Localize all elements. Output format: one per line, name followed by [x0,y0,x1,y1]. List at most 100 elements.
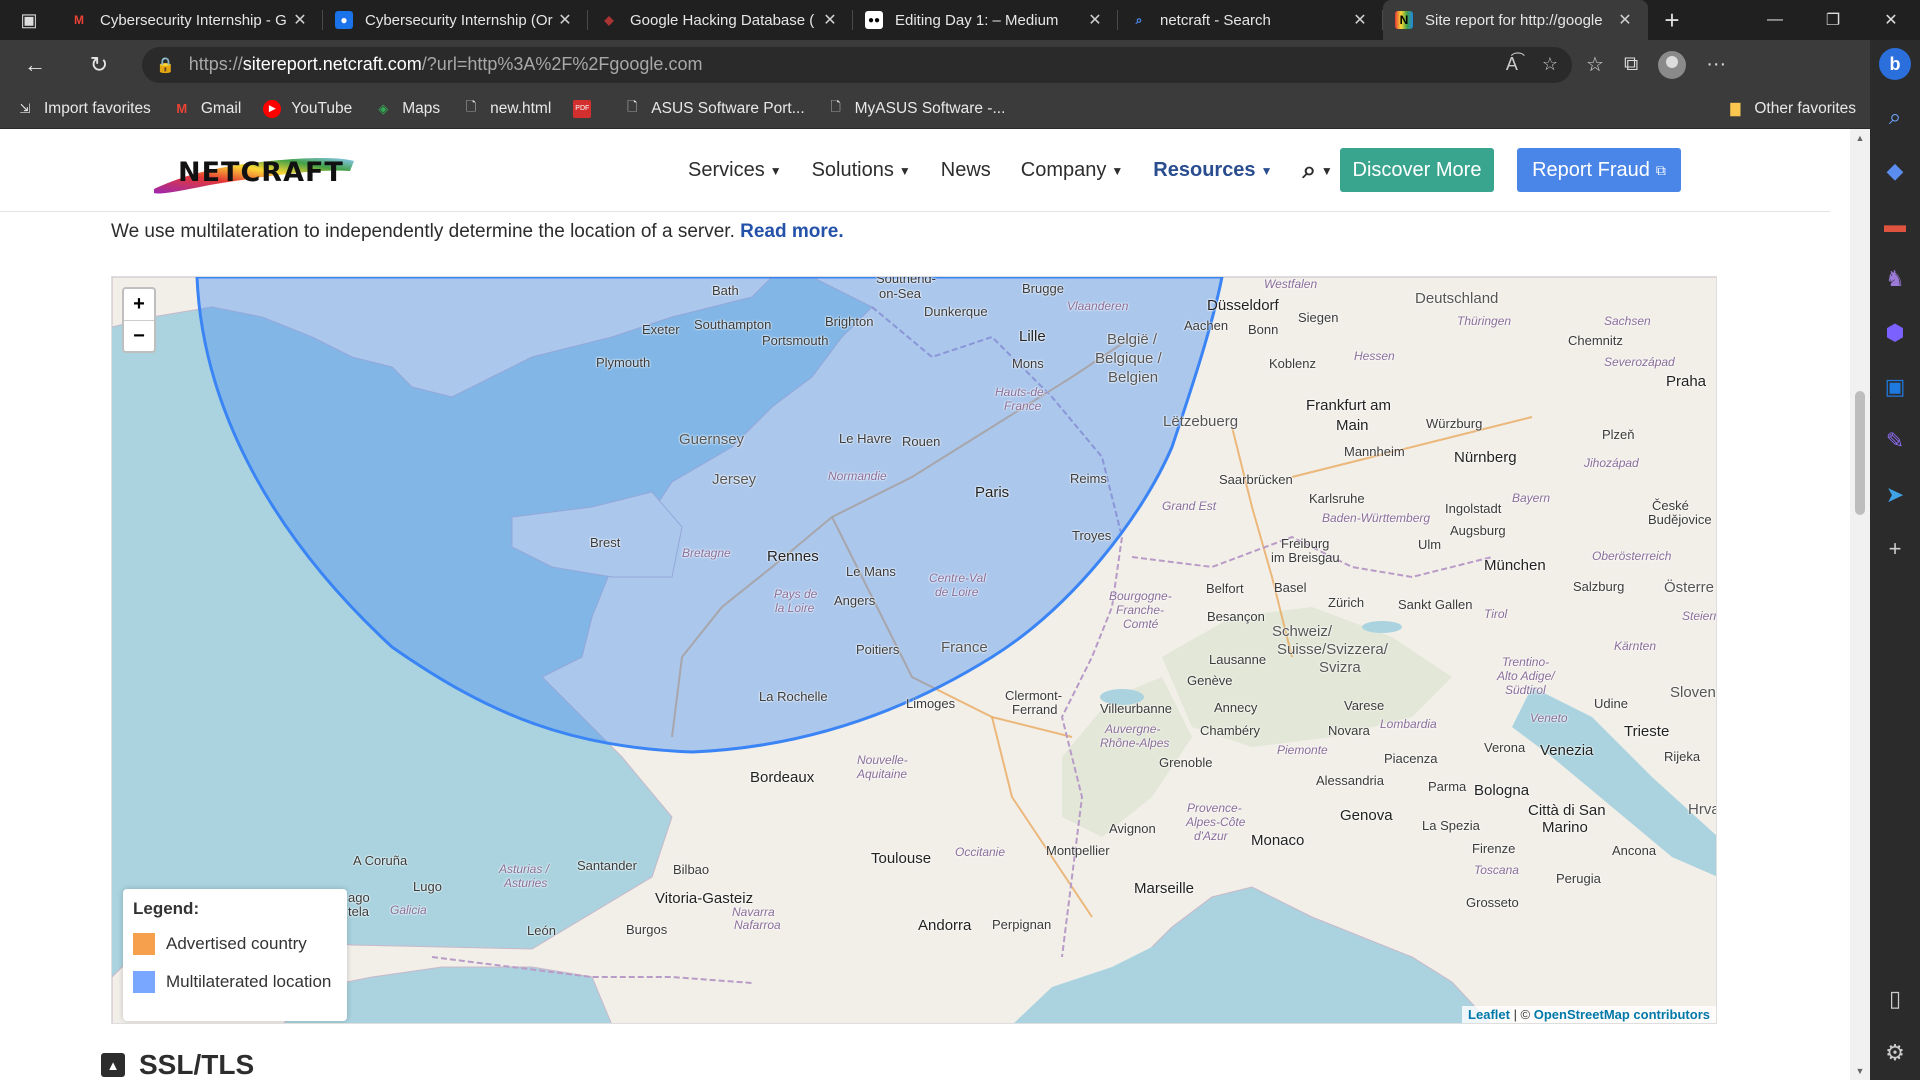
discover-more-button[interactable]: Discover More [1340,148,1494,192]
close-icon[interactable]: ✕ [1084,10,1106,30]
refresh-button[interactable]: ↻ [76,45,122,85]
minimize-button[interactable]: — [1746,0,1804,40]
site-search-button[interactable]: ⌕ ▼ [1302,157,1332,185]
scroll-up-arrow-icon[interactable]: ▲ [1850,133,1870,143]
new-tab-button[interactable]: + [1648,0,1696,40]
map-label: Budějovice [1648,512,1712,527]
map-label: Portsmouth [762,333,829,348]
report-fraud-button[interactable]: Report Fraud ⧉ [1517,148,1681,192]
bookmark-label: MyASUS Software -... [854,99,1006,117]
map-label: Alto Adige/ [1497,669,1555,683]
close-icon[interactable]: ✕ [819,10,841,30]
tab-title: Editing Day 1: – Medium [895,11,1059,29]
address-bar[interactable]: 🔒 https://sitereport.netcraft.com/?url=h… [142,46,1572,83]
lock-icon[interactable]: 🔒 [156,56,175,74]
map-label: Kärnten [1614,639,1657,653]
restore-button[interactable]: ❐ [1804,0,1862,40]
bookmark-new-html[interactable]: 🗋 new.html [462,99,551,118]
tab-contacts[interactable]: ● Cybersecurity Internship (Or ✕ [323,0,588,40]
favorites-icon[interactable]: ☆ [1586,52,1604,77]
add-favorite-icon[interactable]: ☆ [1542,54,1558,75]
profile-avatar[interactable] [1658,50,1687,79]
netcraft-logo[interactable]: NETCRAFT [150,147,355,197]
page-scrollbar[interactable]: ▲ ▼ [1850,129,1870,1080]
map-label: Lille [1019,328,1046,345]
map-label: Venezia [1540,742,1594,759]
map-label: Saarbrücken [1219,472,1293,487]
map-label: Lausanne [1209,652,1267,667]
leaflet-link[interactable]: Leaflet [1468,1007,1510,1022]
bookmark-gmail[interactable]: M Gmail [173,100,241,118]
microsoft-365-icon[interactable]: ⬢ [1870,306,1920,360]
map-label: Würzburg [1426,416,1483,431]
map-label: Vlaanderen [1067,299,1129,313]
tab-gmail[interactable]: M Cybersecurity Internship - G ✕ [58,0,323,40]
bookmark-asus-portal[interactable]: 🗋 ASUS Software Port... [623,99,805,118]
search-icon[interactable]: ⌕ [1870,90,1920,144]
more-menu-icon[interactable]: ··· [1706,53,1726,76]
map-label: Ingolstadt [1445,501,1502,516]
map-label: Clermont- [1005,688,1063,703]
menu-company[interactable]: Company ▼ [1021,159,1124,182]
close-window-button[interactable]: ✕ [1862,0,1920,40]
collapse-chevron-icon[interactable]: ▲ [101,1053,125,1077]
location-map[interactable]: Bath Southend- on-Sea Brugge Düsseldorf … [111,276,1717,1024]
map-label: Varese [1344,698,1385,713]
bookmark-myasus[interactable]: 🗋 MyASUS Software -... [827,99,1006,118]
settings-gear-icon[interactable]: ⚙ [1870,1026,1920,1080]
bookmark-maps[interactable]: ◈ Maps [374,100,440,118]
close-icon[interactable]: ✕ [1349,10,1371,30]
map-label: Belgien [1108,369,1159,386]
zoom-in-button[interactable]: + [124,289,154,320]
other-favorites[interactable]: ▇ Other favorites [1726,100,1856,118]
copilot-icon[interactable]: b [1879,48,1911,80]
bookmark-label: Maps [402,99,441,117]
bookmark-youtube[interactable]: ▶ YouTube [263,99,352,118]
bookmark-label: ASUS Software Port... [651,99,805,117]
add-sidebar-app-icon[interactable]: + [1870,522,1920,576]
bookmark-import-favorites[interactable]: ⇲ Import favorites [16,100,151,118]
tab-netcraft-search[interactable]: ⌕ netcraft - Search ✕ [1118,0,1383,40]
map-label: Westfalen [1264,277,1318,291]
scroll-down-arrow-icon[interactable]: ▼ [1850,1066,1870,1076]
map-label: Monaco [1251,832,1305,849]
map-label: Perpignan [992,917,1052,932]
back-button[interactable]: ← [12,45,58,85]
map-label: Lëtzebuerg [1163,413,1239,430]
read-aloud-icon[interactable]: A͡ [1506,54,1518,75]
close-icon[interactable]: ✕ [1614,10,1636,30]
map-label: Bilbao [673,862,710,877]
menu-services[interactable]: Services ▼ [688,159,782,182]
map-label: Grosseto [1466,895,1519,910]
menu-news[interactable]: News [941,159,991,182]
tab-medium[interactable]: ●● Editing Day 1: – Medium ✕ [853,0,1118,40]
external-link-icon: ⧉ [1655,161,1666,178]
telegram-icon[interactable]: ➤ [1870,468,1920,522]
tab-actions-button[interactable]: ▣ [0,0,58,40]
tab-title: Cybersecurity Internship (Or [365,11,553,29]
close-icon[interactable]: ✕ [554,10,576,30]
menu-solutions[interactable]: Solutions ▼ [812,159,911,182]
scrollbar-thumb[interactable] [1855,391,1865,515]
tab-exploit-db[interactable]: ◆ Google Hacking Database ( ✕ [588,0,853,40]
tools-icon[interactable]: ▬ [1870,198,1920,252]
tab-site-report[interactable]: N Site report for http://google ✕ [1383,0,1648,40]
zoom-out-button[interactable]: − [124,320,154,351]
map-label: België / [1107,331,1158,348]
shopping-tag-icon[interactable]: ◆ [1870,144,1920,198]
outlook-icon[interactable]: ▣ [1870,360,1920,414]
map-label: Koblenz [1269,356,1316,371]
ssl-section-header[interactable]: ▲ SSL/TLS [101,1049,254,1080]
map-label: ago [348,890,370,905]
games-icon[interactable]: ♞ [1870,252,1920,306]
close-icon[interactable]: ✕ [289,10,311,30]
read-more-link[interactable]: Read more. [740,221,843,242]
collections-icon[interactable]: ⧉ [1624,53,1638,76]
designer-icon[interactable]: ✎ [1870,414,1920,468]
map-label: Belgique / [1095,350,1162,367]
menu-resources[interactable]: Resources ▼ [1153,159,1272,182]
map-label: tela [348,904,369,919]
sidebar-panel-icon[interactable]: ▯ [1870,972,1920,1026]
bookmark-pdf[interactable]: PDF [573,99,601,118]
osm-link[interactable]: OpenStreetMap contributors [1534,1007,1710,1022]
